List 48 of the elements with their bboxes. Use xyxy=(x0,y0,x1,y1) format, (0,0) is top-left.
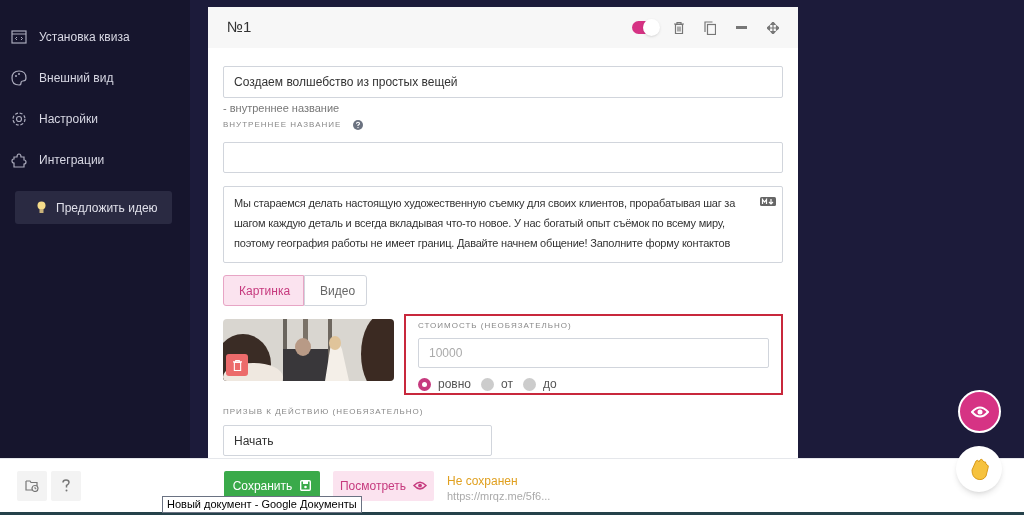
markdown-icon[interactable] xyxy=(760,197,776,206)
radio-button[interactable] xyxy=(418,377,431,391)
folder-clock-icon xyxy=(25,479,39,492)
tooltip: Новый документ - Google Документы xyxy=(162,496,362,513)
preview-button[interactable]: Посмотреть xyxy=(333,470,434,501)
radio-option[interactable]: до xyxy=(522,375,557,393)
media-tab[interactable]: Картинка xyxy=(223,275,304,306)
palette-icon xyxy=(11,69,27,86)
sidebar-item[interactable]: Интеграции xyxy=(0,139,190,180)
sidebar-item[interactable]: Установка квиза xyxy=(0,16,190,57)
description-text-area[interactable] xyxy=(223,186,783,263)
trash-icon[interactable] xyxy=(674,21,684,34)
puzzle-icon xyxy=(11,151,27,168)
field-label: ПРИЗЫВ К ДЕЙСТВИЮ (НЕОБЯЗАТЕЛЬНО) xyxy=(223,406,425,418)
description-text: Мы стараемся делать настоящую художественную съемку для своих клиентов, прорабатывая шаг за шагом каждую деталь и всегда вкладывая что-то новое. У нас богатый опыт съёмок по всему миру, поэтому география работы не имеет границ. Давайте начнем общение! Заполните форму контактов xyxy=(234,196,737,251)
help-icon[interactable] xyxy=(353,119,364,130)
field-label: СТОИМОСТЬ (НЕОБЯЗАТЕЛЬНО) xyxy=(418,320,573,332)
title-input-field[interactable]: Создаем волшебство из простых вещей xyxy=(223,66,783,98)
chat-fab[interactable] xyxy=(956,446,1002,492)
card-title: №1 xyxy=(227,17,253,38)
media-tab[interactable]: Видео xyxy=(304,275,367,306)
radio-option[interactable]: от xyxy=(481,375,513,393)
sidebar-item[interactable]: Внешний вид xyxy=(0,57,190,98)
save-status-text: Не сохранен xyxy=(447,473,519,489)
preview-fab[interactable] xyxy=(958,390,1001,433)
toggle-switch[interactable] xyxy=(632,21,658,34)
field-label: ВНУТРЕННЕЕ НАЗВАНИЕ xyxy=(223,118,342,131)
price-input-field[interactable]: 10000 xyxy=(418,338,769,368)
help-button[interactable] xyxy=(51,470,81,501)
copy-icon[interactable] xyxy=(704,20,716,35)
radio-button[interactable] xyxy=(481,377,495,391)
eye-icon xyxy=(970,405,989,418)
radio-button[interactable] xyxy=(522,377,536,391)
sidebar-item[interactable]: Настройки xyxy=(0,98,190,139)
call-to-action-input-field[interactable]: Начать xyxy=(223,425,492,456)
history-button[interactable] xyxy=(17,470,47,501)
suggest-idea-button[interactable]: Предложить идею xyxy=(15,191,172,224)
delete-image-button[interactable] xyxy=(226,354,248,376)
lightbulb-icon xyxy=(37,201,46,214)
code-window-icon xyxy=(11,28,27,45)
eye-icon xyxy=(413,481,428,490)
hint-text: - внутреннее название xyxy=(223,102,341,115)
radio-option[interactable]: ровно xyxy=(418,375,472,393)
settings-icon xyxy=(11,110,27,127)
trash-icon xyxy=(232,359,242,371)
move-icon[interactable] xyxy=(767,21,779,34)
help-icon xyxy=(62,479,70,492)
internal-name-input-field[interactable] xyxy=(223,142,783,173)
